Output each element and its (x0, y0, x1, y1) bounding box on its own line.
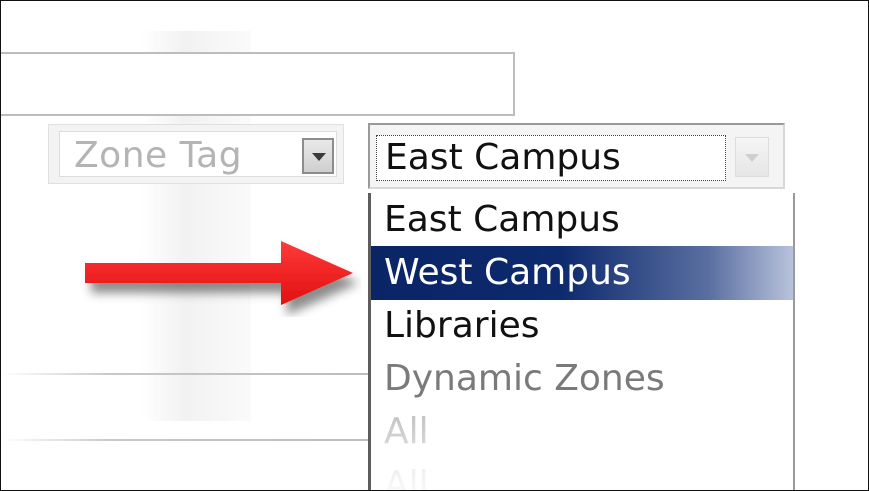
zone-tag-select-field[interactable]: Zone Tag (59, 131, 337, 177)
text-input-box[interactable] (1, 52, 515, 116)
dropdown-option[interactable]: All (371, 405, 793, 459)
zone-tag-dropdown-button[interactable] (302, 138, 334, 174)
campus-dropdown-button[interactable] (735, 137, 769, 177)
dropdown-option[interactable]: Dynamic Zones (371, 352, 793, 406)
divider-line (1, 439, 368, 441)
dropdown-option[interactable]: West Campus (371, 246, 793, 300)
zone-tag-select[interactable]: Zone Tag (48, 124, 344, 184)
campus-dropdown-list[interactable]: East Campus West Campus Libraries Dynamic Z… (368, 193, 795, 490)
dropdown-option[interactable]: All (371, 458, 793, 490)
chevron-down-icon (745, 154, 759, 162)
dropdown-option[interactable]: Libraries (371, 299, 793, 353)
screenshot-frame: Zone Tag East Campus East Campus West Cam… (0, 0, 869, 491)
campus-select-value[interactable]: East Campus (376, 135, 726, 181)
divider-line (1, 373, 368, 375)
zone-tag-label: Zone Tag (74, 135, 243, 176)
dropdown-option[interactable]: East Campus (371, 193, 793, 247)
campus-select[interactable]: East Campus (368, 123, 785, 189)
chevron-down-icon (312, 153, 326, 161)
red-arrow-right-icon (85, 241, 353, 305)
